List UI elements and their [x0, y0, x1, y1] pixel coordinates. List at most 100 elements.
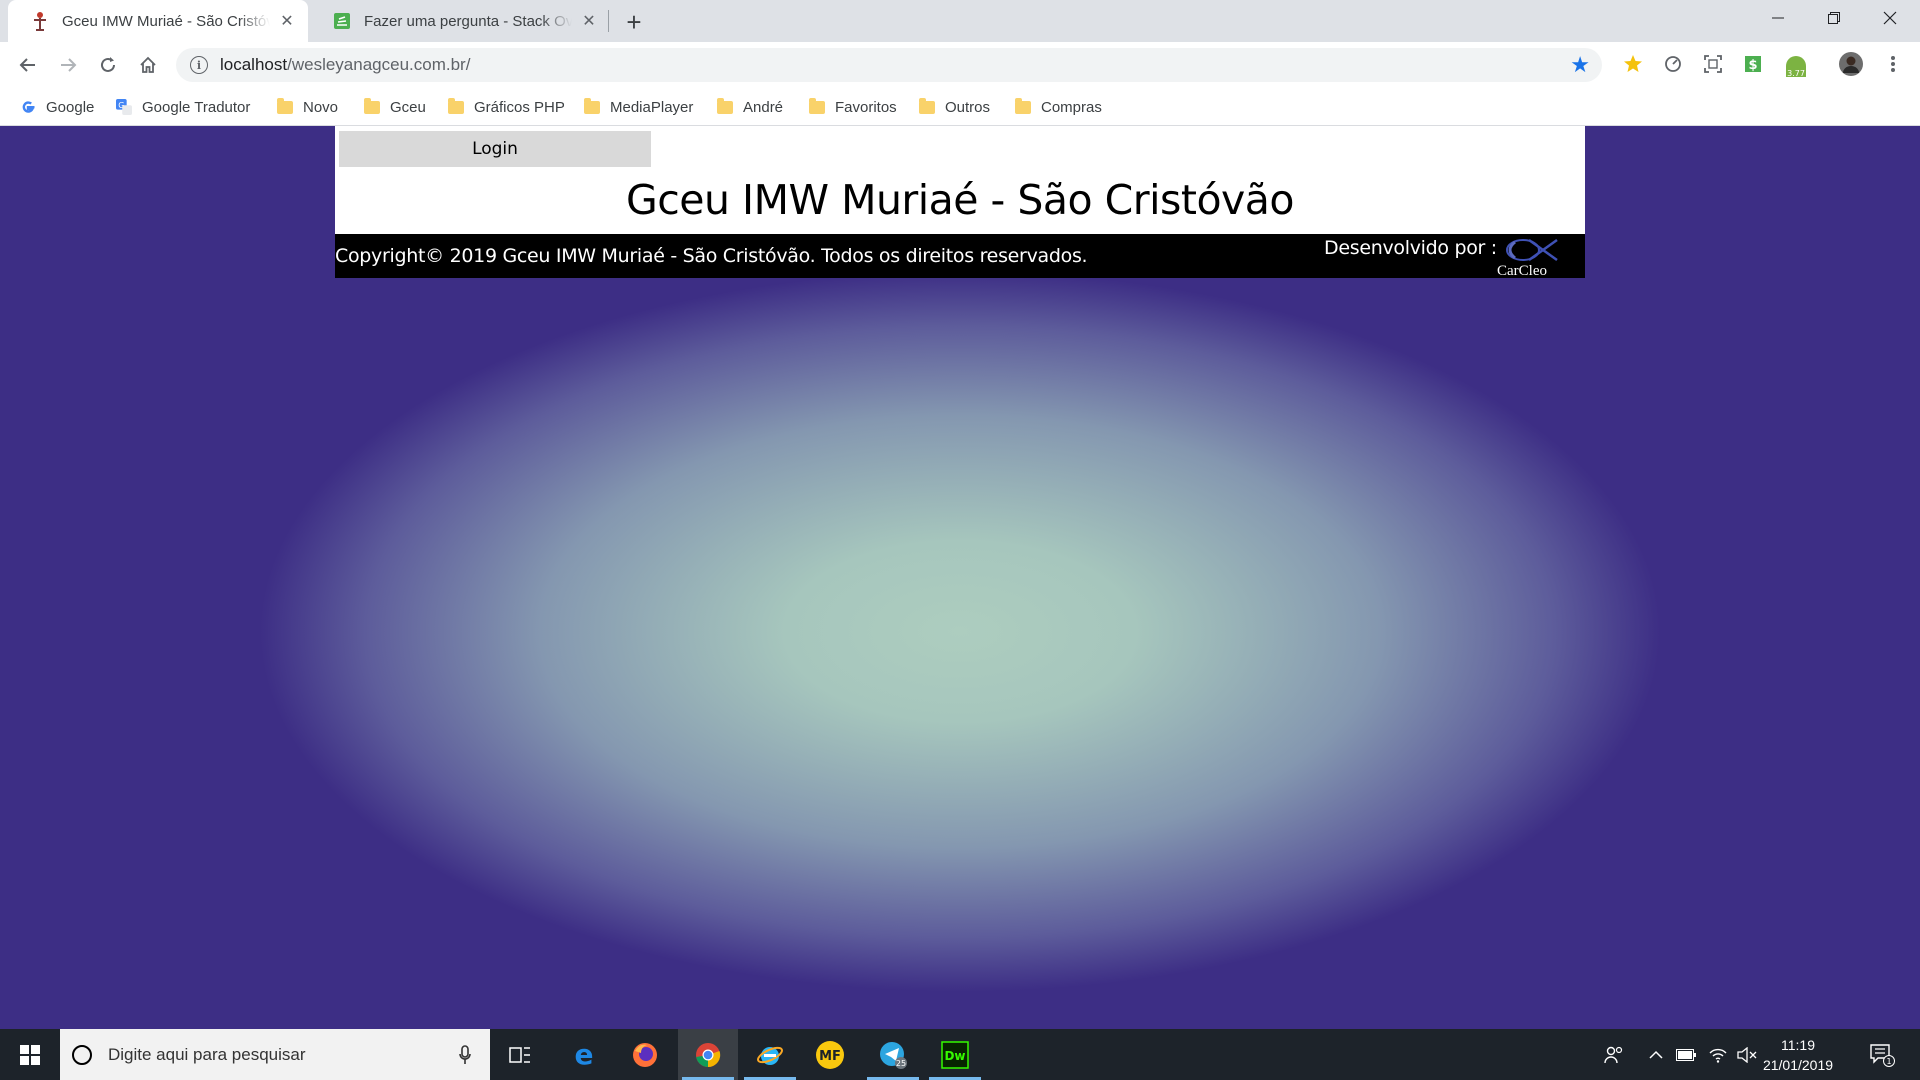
taskbar-clock[interactable]: 11:19 21/01/2019	[1758, 1035, 1838, 1075]
bookmark-star-icon[interactable]: ★	[1570, 54, 1590, 76]
close-tab-icon[interactable]: ✕	[278, 12, 296, 30]
folder-icon	[717, 97, 733, 115]
reload-button[interactable]	[92, 49, 124, 81]
folder-icon	[277, 97, 293, 115]
chrome-icon	[696, 1042, 721, 1067]
taskbar-search-box[interactable]: Digite aqui para pesquisar	[60, 1029, 490, 1080]
google-icon	[20, 99, 36, 115]
tab-title: Fazer uma pergunta - Stack Overflow	[364, 12, 572, 30]
cortana-icon	[72, 1044, 92, 1065]
people-icon[interactable]	[1598, 1029, 1630, 1080]
notification-icon: 1	[1870, 1043, 1895, 1067]
bookmark-folder-gceu[interactable]: Gceu	[364, 95, 426, 119]
folder-icon	[364, 97, 380, 115]
site-header: Login Gceu IMW Muriaé - São Cristóvão	[335, 126, 1585, 234]
browser-toolbar: i localhost/wesleyanagceu.com.br/ ★ $ 3.…	[0, 42, 1920, 88]
bookmark-folder-andre[interactable]: André	[717, 95, 783, 119]
home-button[interactable]	[132, 49, 164, 81]
tab-separator	[608, 10, 609, 32]
task-view-icon	[509, 1046, 530, 1063]
bookmark-folder-compras[interactable]: Compras	[1015, 95, 1102, 119]
tab-gceu[interactable]: Gceu IMW Muriaé - São Cristóvão ✕	[8, 0, 308, 42]
volume-muted-icon[interactable]	[1733, 1029, 1761, 1080]
page-title: Gceu IMW Muriaé - São Cristóvão	[625, 176, 1295, 224]
page-viewport: Login Gceu IMW Muriaé - São Cristóvão Co…	[0, 126, 1920, 1029]
bookmark-folder-novo[interactable]: Novo	[277, 95, 338, 119]
svg-text:e: e	[575, 1042, 594, 1068]
svg-text:1: 1	[1886, 1057, 1891, 1066]
clock-date: 21/01/2019	[1762, 1057, 1834, 1073]
login-button[interactable]: Login	[339, 131, 651, 167]
address-bar[interactable]: i localhost/wesleyanagceu.com.br/ ★	[176, 48, 1602, 82]
clock-time: 11:19	[1781, 1037, 1815, 1053]
taskbar-dreamweaver[interactable]: Dw	[925, 1029, 985, 1080]
new-tab-button[interactable]: +	[620, 7, 648, 37]
bookmark-google[interactable]: Google	[20, 95, 94, 119]
edge-icon: e	[575, 1042, 594, 1068]
chrome-menu-icon[interactable]	[1880, 51, 1906, 77]
microphone-icon[interactable]	[450, 1044, 480, 1065]
wifi-icon[interactable]	[1704, 1029, 1732, 1080]
taskbar-mf-app[interactable]: MF	[800, 1029, 860, 1080]
bookmark-folder-outros[interactable]: Outros	[919, 95, 990, 119]
bookmarks-bar: Google G Google Tradutor Novo Gceu Gráfi…	[0, 88, 1920, 126]
url-text: localhost/wesleyanagceu.com.br/	[220, 55, 471, 74]
start-button[interactable]	[0, 1029, 60, 1080]
mf-icon: MF	[816, 1040, 844, 1069]
svg-text:25: 25	[896, 1059, 906, 1068]
action-center-button[interactable]: 1	[1862, 1029, 1902, 1080]
copyright-text: Copyright© 2019 Gceu IMW Muriaé - São Cr…	[335, 245, 1088, 267]
svg-text:MF: MF	[819, 1049, 841, 1064]
svg-text:$: $	[1748, 58, 1757, 73]
windows-logo-icon	[20, 1044, 40, 1065]
reload-icon	[101, 57, 115, 72]
restore-button[interactable]	[1806, 0, 1862, 36]
tab-title: Gceu IMW Muriaé - São Cristóvão	[62, 12, 270, 30]
screenshot-icon[interactable]	[1700, 51, 1726, 77]
close-window-button[interactable]	[1862, 0, 1918, 36]
site-favicon-icon	[30, 11, 50, 31]
show-hidden-icons-chevron-icon[interactable]	[1642, 1029, 1670, 1080]
task-view-button[interactable]	[490, 1029, 550, 1080]
extension-star-icon[interactable]	[1620, 51, 1646, 77]
android-extension-icon[interactable]: 3.77	[1780, 51, 1812, 78]
firefox-icon	[633, 1042, 657, 1067]
taskbar-chrome[interactable]	[678, 1029, 738, 1080]
folder-icon	[1015, 97, 1031, 115]
dollar-extension-icon[interactable]: $	[1740, 51, 1766, 77]
battery-icon[interactable]	[1672, 1029, 1700, 1080]
profile-avatar-icon[interactable]	[1838, 51, 1864, 77]
back-arrow-icon	[19, 58, 35, 72]
folder-icon	[919, 97, 935, 115]
internet-explorer-icon	[757, 1046, 783, 1065]
folder-icon	[584, 97, 600, 115]
telegram-icon: 25	[880, 1041, 907, 1069]
forward-button[interactable]	[52, 49, 84, 81]
speed-gauge-icon[interactable]	[1660, 51, 1686, 77]
bookmark-folder-mediaplayer[interactable]: MediaPlayer	[584, 95, 693, 119]
folder-icon	[448, 97, 464, 115]
minimize-button[interactable]	[1750, 0, 1806, 36]
site-info-icon[interactable]: i	[190, 56, 208, 74]
windows-taskbar: Digite aqui para pesquisar e MF 25 Dw 11…	[0, 1029, 1920, 1080]
bookmark-google-tradutor[interactable]: G Google Tradutor	[116, 95, 250, 119]
taskbar-firefox[interactable]	[615, 1029, 675, 1080]
svg-text:3.77: 3.77	[1787, 69, 1805, 78]
developed-by-label: Desenvolvido por :	[1324, 237, 1497, 259]
tab-strip: Gceu IMW Muriaé - São Cristóvão ✕ Fazer …	[0, 0, 1920, 42]
back-button[interactable]	[12, 49, 44, 81]
translate-icon: G	[116, 99, 132, 115]
bookmark-folder-graficos-php[interactable]: Gráficos PHP	[448, 95, 565, 119]
search-placeholder: Digite aqui para pesquisar	[108, 1044, 306, 1064]
site-footer: Copyright© 2019 Gceu IMW Muriaé - São Cr…	[335, 234, 1585, 278]
stackoverflow-favicon-icon	[332, 11, 352, 31]
bookmark-folder-favoritos[interactable]: Favoritos	[809, 95, 897, 119]
taskbar-internet-explorer[interactable]	[740, 1029, 800, 1080]
tab-stackoverflow[interactable]: Fazer uma pergunta - Stack Overflow ✕	[310, 0, 610, 42]
dreamweaver-icon: Dw	[941, 1040, 969, 1069]
taskbar-edge[interactable]: e	[554, 1029, 614, 1080]
svg-text:CarCleo: CarCleo	[1497, 263, 1547, 278]
taskbar-telegram[interactable]: 25	[863, 1029, 923, 1080]
carcleo-logo: CarCleo	[1497, 238, 1558, 278]
close-tab-icon[interactable]: ✕	[580, 12, 598, 30]
